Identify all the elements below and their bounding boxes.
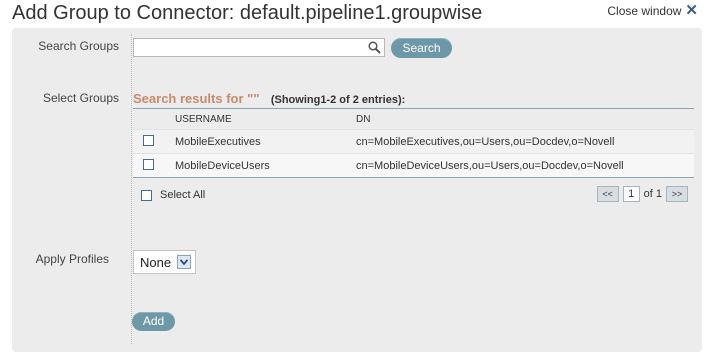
row-dn: cn=MobileExecutives,ou=Users,ou=Docdev,o… <box>356 135 615 148</box>
search-button[interactable]: Search <box>391 38 452 58</box>
form-panel: Search Groups Search Select Groups Searc… <box>12 28 702 352</box>
search-icon[interactable] <box>368 41 381 54</box>
table-row[interactable]: MobileExecutives cn=MobileExecutives,ou=… <box>133 129 694 153</box>
add-button[interactable]: Add <box>132 312 175 331</box>
close-window-link[interactable]: Close window ✕ <box>607 3 698 18</box>
results-table: USERNAME DN MobileExecutives cn=MobileEx… <box>133 108 694 178</box>
table-row[interactable]: MobileDeviceUsers cn=MobileDeviceUsers,o… <box>133 153 694 177</box>
row-username: MobileDeviceUsers <box>175 159 270 172</box>
row-checkbox[interactable] <box>143 158 154 170</box>
search-field[interactable] <box>133 38 385 57</box>
select-all-label: Select All <box>160 189 206 201</box>
table-header: USERNAME DN <box>133 109 694 129</box>
profiles-select[interactable]: None <box>133 250 196 274</box>
profiles-select-value: None <box>140 254 172 270</box>
apply-profiles-label: Apply Profiles <box>35 252 109 266</box>
select-groups-label: Select Groups <box>42 91 119 105</box>
search-groups-label: Search Groups <box>38 39 119 53</box>
results-header: Search results for "" (Showing1-2 of 2 e… <box>133 91 405 106</box>
select-all[interactable]: Select All <box>141 189 205 201</box>
column-username: USERNAME <box>175 113 232 125</box>
page-title: Add Group to Connector: default.pipeline… <box>12 2 483 24</box>
results-title: Search results for "" <box>133 91 260 106</box>
prev-page-button[interactable]: << <box>596 186 619 202</box>
chevron-down-icon[interactable] <box>177 255 191 269</box>
row-checkbox[interactable] <box>143 134 154 146</box>
row-dn: cn=MobileDeviceUsers,ou=Users,ou=Docdev,… <box>356 159 624 172</box>
page-number-input[interactable]: 1 <box>622 186 640 202</box>
close-window-label: Close window <box>607 4 682 18</box>
next-page-button[interactable]: >> <box>666 186 688 202</box>
select-all-checkbox[interactable] <box>141 189 152 201</box>
close-icon[interactable]: ✕ <box>685 3 698 18</box>
row-username: MobileExecutives <box>175 135 261 148</box>
page-total: of 1 <box>643 188 662 200</box>
results-count: (Showing1-2 of 2 entries): <box>270 94 406 106</box>
pagination: << 1 of 1 >> <box>596 186 688 202</box>
column-dn: DN <box>356 113 371 125</box>
search-input[interactable] <box>138 40 366 55</box>
label-divider <box>131 34 132 344</box>
